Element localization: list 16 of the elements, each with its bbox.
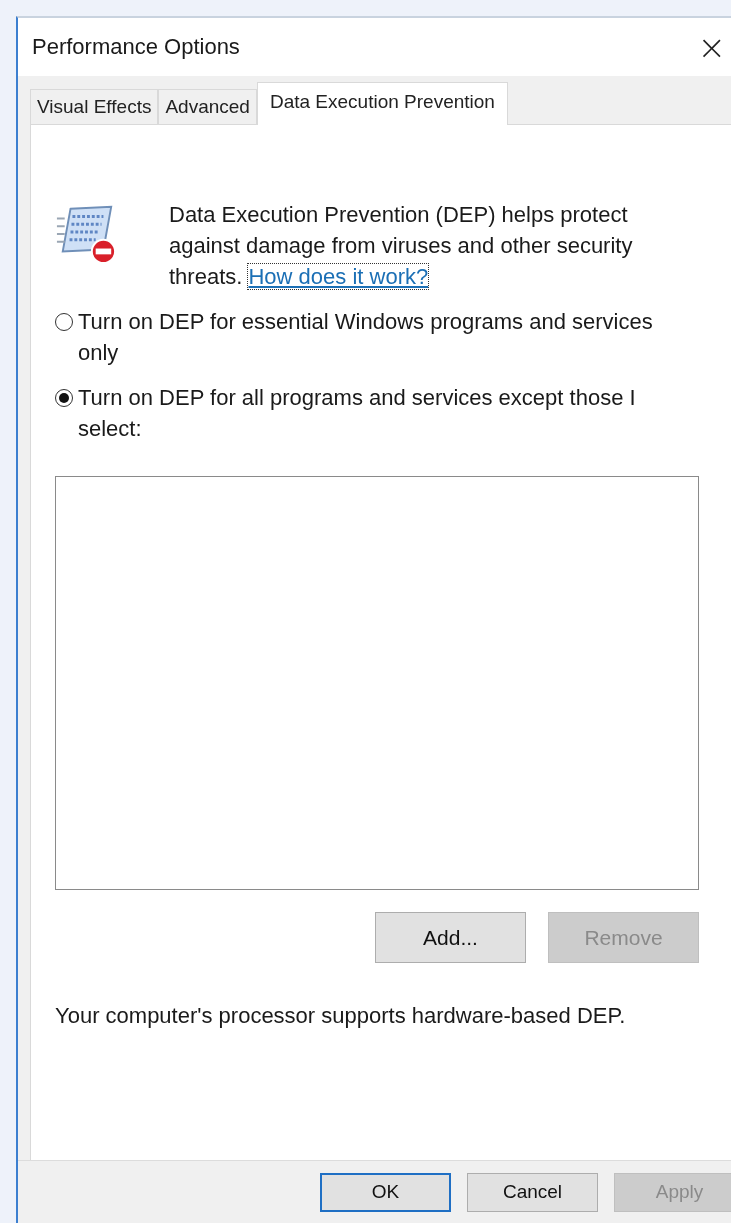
close-button[interactable]: ×: [697, 30, 726, 64]
window-title: Performance Options: [32, 34, 240, 60]
status-text: Your computer's processor supports hardware-based DEP.: [55, 1003, 627, 1029]
radio-label[interactable]: Turn on DEP for all programs and services except those I select:: [78, 382, 695, 444]
tab[interactable]: Visual Effects: [30, 89, 159, 124]
help-link[interactable]: How does it work?: [248, 264, 429, 289]
radio-button[interactable]: [55, 313, 73, 331]
blocked-document-icon: [55, 203, 117, 265]
radio-label[interactable]: Turn on DEP for essential Windows programs and services only: [78, 306, 695, 368]
description-text: Data Execution Prevention (DEP) helps protect against damage from viruses and other security threats. How does it work?: [169, 201, 634, 291]
dialog-button[interactable]: Cancel: [467, 1172, 598, 1212]
radio-button[interactable]: [55, 389, 73, 407]
tab[interactable]: Advanced: [158, 89, 257, 124]
list-button[interactable]: Add...: [375, 912, 526, 963]
tab[interactable]: Data Execution Prevention: [256, 82, 508, 125]
dialog-button[interactable]: OK: [320, 1172, 451, 1212]
